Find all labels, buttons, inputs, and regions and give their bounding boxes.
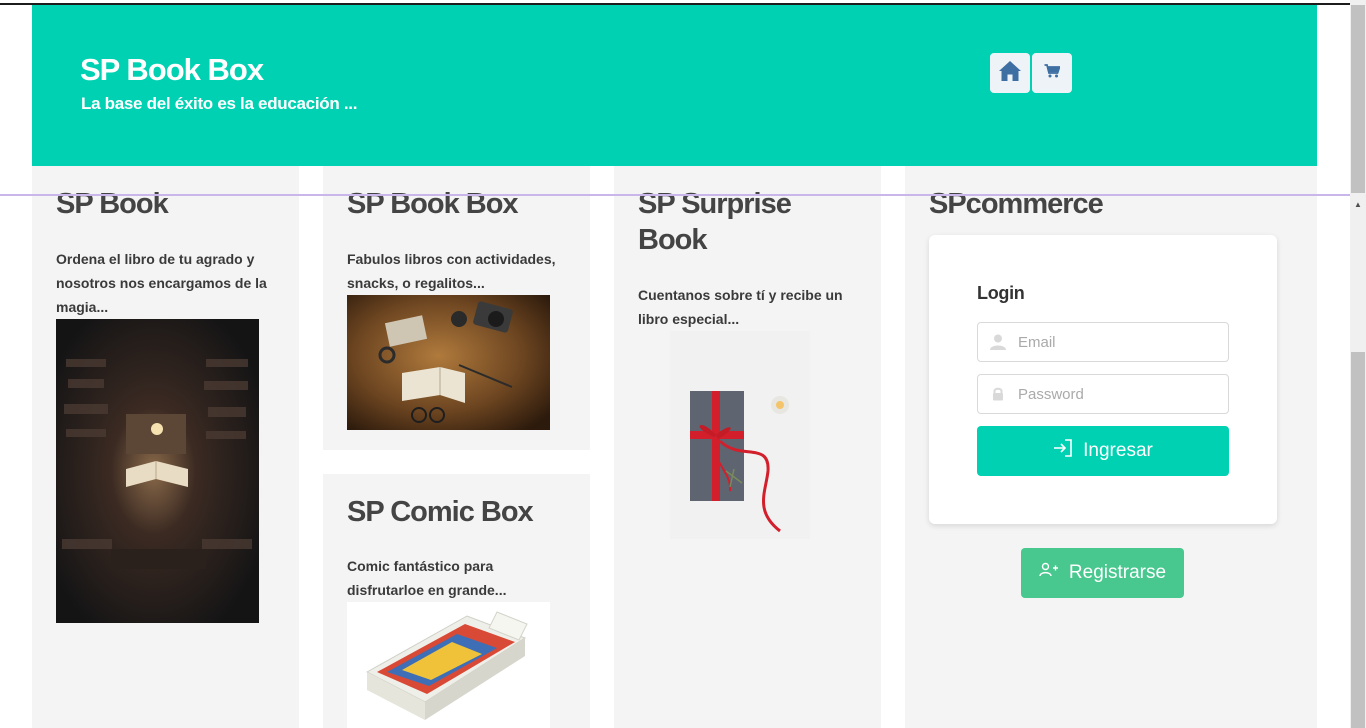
sp-comic-box-title: SP Comic Box bbox=[347, 496, 534, 528]
sp-surprise-book-title: SP Surprise Book bbox=[638, 188, 792, 256]
library-book-image[interactable] bbox=[56, 319, 259, 623]
comic-box-image[interactable] bbox=[347, 602, 550, 728]
cart-button[interactable] bbox=[1032, 53, 1072, 93]
login-card: Login Email Ingresar bbox=[929, 235, 1277, 524]
user-plus-icon bbox=[1039, 562, 1059, 584]
login-title: Login bbox=[977, 283, 1025, 303]
sign-in-icon bbox=[1053, 438, 1073, 464]
spcommerce-title: SPcommerce bbox=[929, 188, 1104, 220]
home-button[interactable] bbox=[990, 53, 1030, 93]
sp-book-description: Ordena el libro de tu agrado y nosotros … bbox=[56, 251, 267, 315]
scrollbar-thumb-upper[interactable] bbox=[1351, 5, 1365, 193]
hero-header: SP Book Box La base del éxito es la educ… bbox=[32, 5, 1317, 166]
gift-book-image[interactable] bbox=[670, 331, 810, 539]
password-input[interactable] bbox=[1018, 385, 1218, 403]
scrollbar-thumb[interactable] bbox=[1351, 352, 1365, 728]
site-subtitle: La base del éxito es la educación ... bbox=[81, 94, 358, 113]
password-field[interactable] bbox=[977, 374, 1229, 414]
viewport-divider bbox=[0, 194, 1350, 196]
email-input[interactable] bbox=[1018, 333, 1218, 351]
ingresar-label: Ingresar bbox=[1083, 440, 1153, 461]
site-title: SP Book Box bbox=[80, 52, 264, 87]
sp-surprise-book-description: Cuentanos sobre tí y recibe un libro esp… bbox=[638, 287, 843, 327]
scroll-up-arrow-icon[interactable]: ▲ bbox=[1353, 200, 1363, 210]
sp-book-box-title: SP Book Box bbox=[347, 188, 519, 220]
sp-book-box-description: Fabulos libros con actividades, snacks, … bbox=[347, 251, 556, 291]
home-icon bbox=[998, 60, 1022, 87]
lock-icon bbox=[978, 375, 1018, 413]
page: SP Book Box La base del éxito es la educ… bbox=[0, 0, 1366, 728]
sp-comic-box-description: Comic fantástico para disfrutarloe en gr… bbox=[347, 558, 507, 598]
desk-book-image[interactable] bbox=[347, 295, 550, 430]
registrarse-label: Registrarse bbox=[1068, 562, 1167, 583]
cart-icon bbox=[1044, 63, 1061, 83]
sp-book-title: SP Book bbox=[56, 188, 169, 220]
registrarse-button[interactable]: Registrarse bbox=[1021, 548, 1184, 598]
ingresar-button[interactable]: Ingresar bbox=[977, 426, 1229, 476]
email-field[interactable] bbox=[977, 322, 1229, 362]
user-icon bbox=[978, 323, 1018, 361]
